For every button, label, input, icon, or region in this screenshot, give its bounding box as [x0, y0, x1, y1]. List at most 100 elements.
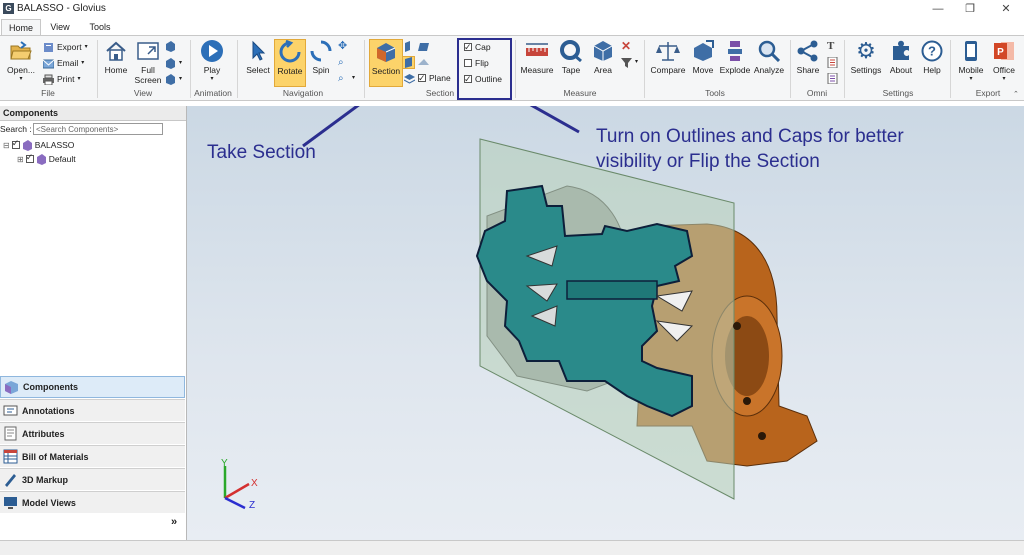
- expand-icon[interactable]: ⊞: [17, 155, 24, 164]
- play-button[interactable]: Play ▾: [196, 39, 228, 82]
- zoom-button[interactable]: ⌕ ▾: [338, 71, 355, 85]
- plane-toggle[interactable]: Plane: [403, 71, 451, 85]
- group-label-export: Export: [975, 88, 1001, 98]
- view-cube-button-3[interactable]: ▾: [165, 72, 182, 86]
- list-button[interactable]: [827, 71, 838, 85]
- flip-checkbox[interactable]: [464, 59, 472, 67]
- section-free-button[interactable]: [418, 55, 429, 69]
- view-cube-button[interactable]: [165, 39, 176, 53]
- 3d-viewport[interactable]: Take Section Turn on Outlines and Caps f…: [187, 106, 1024, 540]
- view-cube-button-2[interactable]: ▾: [165, 56, 182, 70]
- spin-button[interactable]: Spin: [307, 39, 335, 75]
- rotate-button[interactable]: Rotate: [274, 39, 306, 87]
- panel-tab-annotations[interactable]: Annotations: [0, 399, 185, 421]
- tab-home[interactable]: Home: [1, 19, 41, 36]
- home-view-button[interactable]: Home: [100, 39, 132, 75]
- svg-text:?: ?: [928, 44, 936, 59]
- axis-y-label: Y: [221, 458, 228, 469]
- filter-button[interactable]: ▾: [621, 55, 638, 69]
- separator: [237, 40, 238, 98]
- section-z-button[interactable]: [402, 55, 415, 69]
- zoom-fit-button[interactable]: ⌕: [338, 55, 349, 69]
- mobile-button[interactable]: Mobile ▾: [955, 39, 987, 82]
- monitor-icon: [3, 495, 18, 510]
- cube-icon: [165, 73, 176, 85]
- compare-button[interactable]: Compare: [649, 39, 687, 75]
- export-button[interactable]: Export ▾: [43, 40, 88, 54]
- part-icon: [36, 153, 47, 165]
- pan-button[interactable]: ✥: [338, 39, 349, 53]
- play-icon: [200, 39, 224, 63]
- outline-annotation-line2: visibility or Flip the Section: [596, 151, 820, 172]
- layers-icon: [403, 73, 416, 84]
- explode-button[interactable]: Explode: [719, 39, 751, 75]
- cube-icon: [165, 40, 176, 52]
- open-button[interactable]: Open... ▾: [3, 39, 39, 82]
- share-button[interactable]: Share: [794, 39, 822, 75]
- about-button[interactable]: About: [885, 39, 917, 75]
- text-note-button[interactable]: T: [827, 39, 838, 53]
- cap-checkbox[interactable]: [464, 40, 472, 54]
- search-input[interactable]: <Search Components>: [33, 123, 163, 135]
- collapse-ribbon-icon[interactable]: ⌃: [1013, 90, 1019, 98]
- visibility-checkbox[interactable]: [25, 152, 34, 163]
- clear-measure-button[interactable]: ✕: [621, 39, 632, 53]
- separator: [790, 40, 791, 98]
- mobile-icon: [959, 39, 983, 63]
- collapse-icon[interactable]: ⊟: [3, 141, 10, 150]
- list-icon: [827, 72, 838, 84]
- title-bar: G BALASSO - Glovius — ❐ ✕: [0, 0, 1024, 19]
- panel-tab-bill-of-materials[interactable]: Bill of Materials: [0, 445, 185, 467]
- select-button[interactable]: Select: [244, 39, 272, 75]
- minimize-icon[interactable]: —: [926, 1, 950, 17]
- panel-tab-3d-markup[interactable]: 3D Markup: [0, 468, 185, 490]
- panel-tab-attributes[interactable]: Attributes: [0, 422, 185, 444]
- cube-icon: [165, 57, 176, 69]
- puzzle-icon: [889, 39, 913, 63]
- tab-tools[interactable]: Tools: [84, 19, 116, 35]
- analyze-button[interactable]: Analyze: [753, 39, 785, 75]
- tape-icon: [559, 39, 583, 63]
- analyze-icon: [757, 39, 781, 63]
- powerpoint-icon: P: [992, 39, 1016, 63]
- measure-button[interactable]: Measure: [519, 39, 555, 75]
- plane-checkbox[interactable]: [418, 71, 426, 85]
- fullscreen-button[interactable]: Full Screen: [133, 39, 163, 85]
- zoom-icon: ⌕: [338, 72, 344, 84]
- help-button[interactable]: ? Help: [918, 39, 946, 75]
- search-label: Search :: [0, 124, 32, 134]
- help-icon: ?: [920, 39, 944, 63]
- section-button[interactable]: Section: [369, 39, 403, 87]
- visibility-checkbox[interactable]: [11, 138, 20, 149]
- move-button[interactable]: Move: [690, 39, 716, 75]
- flip-option[interactable]: Flip: [464, 56, 489, 70]
- outline-checkbox[interactable]: [464, 72, 472, 86]
- section-x-button[interactable]: [404, 39, 415, 53]
- outline-annotation-line1: Turn on Outlines and Caps for better: [596, 126, 904, 147]
- outline-option[interactable]: Outline: [464, 72, 502, 86]
- cube-icon: [591, 39, 615, 63]
- axis-z-label: Z: [249, 500, 256, 511]
- close-icon[interactable]: ✕: [994, 1, 1018, 17]
- office-button[interactable]: P Office ▾: [988, 39, 1020, 82]
- restore-icon[interactable]: ❐: [958, 1, 982, 17]
- email-button[interactable]: Email ▾: [42, 56, 84, 70]
- tape-button[interactable]: Tape: [558, 39, 584, 75]
- export-icon: [43, 42, 54, 53]
- panel-tab-model-views[interactable]: Model Views: [0, 491, 185, 513]
- tree-item-default[interactable]: ⊞ Default: [17, 152, 76, 165]
- separator: [190, 40, 191, 98]
- settings-button[interactable]: ⚙ Settings: [848, 38, 884, 76]
- home-icon: [104, 39, 128, 63]
- cap-option[interactable]: Cap: [464, 40, 491, 54]
- gear-icon: ⚙: [856, 38, 876, 63]
- more-tabs-icon[interactable]: »: [171, 516, 177, 528]
- section-y-button[interactable]: [418, 39, 429, 53]
- tab-view[interactable]: View: [45, 19, 75, 35]
- panel-tab-components[interactable]: Components: [0, 376, 185, 398]
- area-button[interactable]: Area: [589, 39, 617, 75]
- zoom-fit-icon: ⌕: [338, 56, 344, 68]
- print-button[interactable]: Print ▾: [43, 72, 81, 86]
- tree-item-root[interactable]: ⊟ BALASSO: [3, 138, 74, 151]
- notes-button[interactable]: [827, 55, 838, 69]
